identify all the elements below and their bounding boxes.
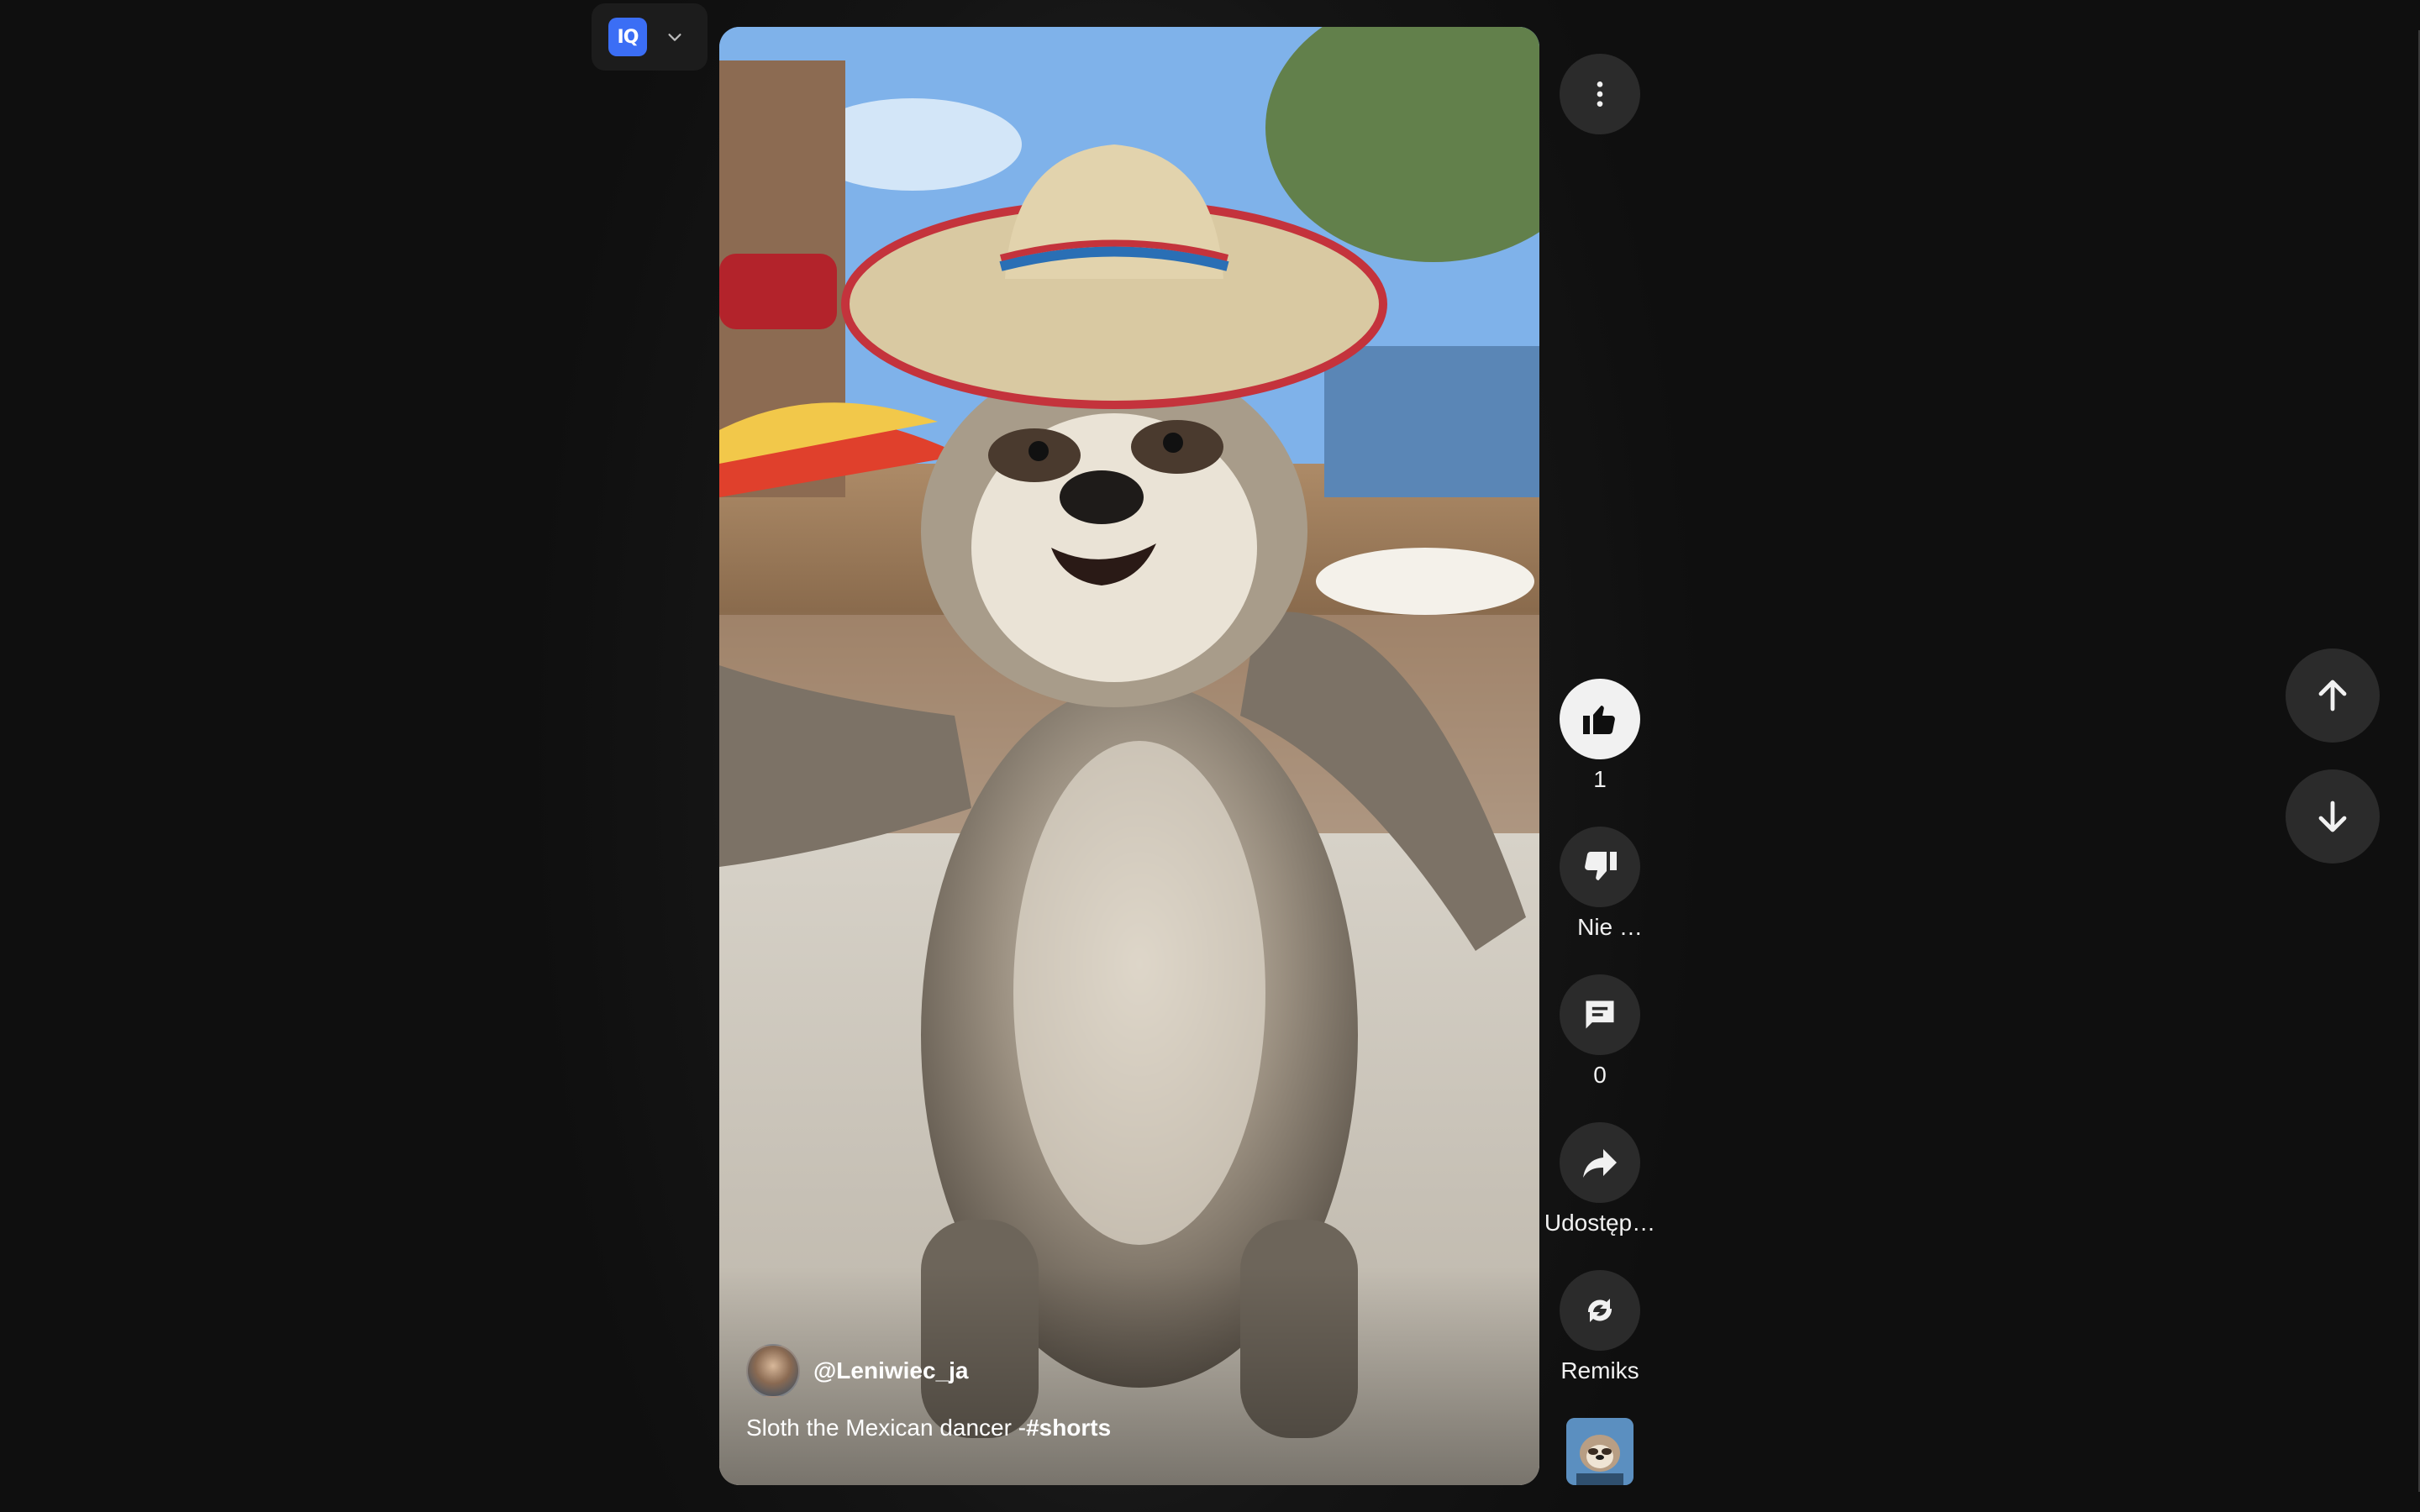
remix-button[interactable] bbox=[1560, 1270, 1640, 1351]
remix-label: Remiks bbox=[1560, 1357, 1639, 1383]
share-label: Udostęp… bbox=[1544, 1210, 1656, 1236]
page-scrollbar[interactable] bbox=[2415, 30, 2420, 1492]
action-rail: 1 Nie … 0 Udostęp… Remiks bbox=[1544, 0, 1655, 1512]
arrow-up-icon bbox=[2318, 680, 2347, 711]
chevron-down-icon[interactable] bbox=[666, 28, 684, 46]
like-button[interactable] bbox=[1560, 679, 1640, 759]
arrow-down-icon bbox=[2318, 801, 2347, 832]
thumbs-up-icon bbox=[1583, 706, 1615, 735]
channel-avatar[interactable] bbox=[746, 1344, 800, 1398]
previous-video-button[interactable] bbox=[2286, 648, 2380, 743]
iq-logo-icon: IQ bbox=[608, 18, 647, 56]
video-caption: Sloth the Mexican dancer -#shorts bbox=[746, 1415, 1111, 1441]
share-arrow-icon bbox=[1583, 1149, 1617, 1178]
channel-info[interactable]: @Leniwiec_ja bbox=[746, 1344, 969, 1398]
channel-handle[interactable]: @Leniwiec_ja bbox=[813, 1357, 969, 1384]
dislike-label: Nie … bbox=[1577, 914, 1643, 940]
short-video-player[interactable]: @Leniwiec_ja Sloth the Mexican dancer -#… bbox=[719, 27, 1539, 1485]
thumbs-down-icon bbox=[1585, 851, 1617, 880]
hashtag-link[interactable]: #shorts bbox=[1026, 1415, 1111, 1441]
more-vertical-icon bbox=[1597, 81, 1603, 107]
like-count: 1 bbox=[1593, 766, 1607, 792]
remix-icon bbox=[1587, 1299, 1612, 1322]
comments-button[interactable] bbox=[1560, 974, 1640, 1055]
comment-count: 0 bbox=[1593, 1062, 1607, 1088]
caption-text: Sloth the Mexican dancer - bbox=[746, 1415, 1027, 1441]
shorts-page: IQ @Leniwiec_ja Sloth the Mexican dancer… bbox=[0, 0, 2420, 1512]
more-options-button[interactable] bbox=[1560, 54, 1640, 134]
dislike-button[interactable] bbox=[1560, 827, 1640, 907]
audio-source-avatar[interactable] bbox=[1566, 1418, 1634, 1485]
comment-icon bbox=[1586, 1000, 1614, 1029]
sloth-avatar-icon bbox=[1566, 1418, 1634, 1485]
next-video-button[interactable] bbox=[2286, 769, 2380, 864]
share-button[interactable] bbox=[1560, 1122, 1640, 1203]
extension-button[interactable]: IQ bbox=[592, 3, 708, 71]
